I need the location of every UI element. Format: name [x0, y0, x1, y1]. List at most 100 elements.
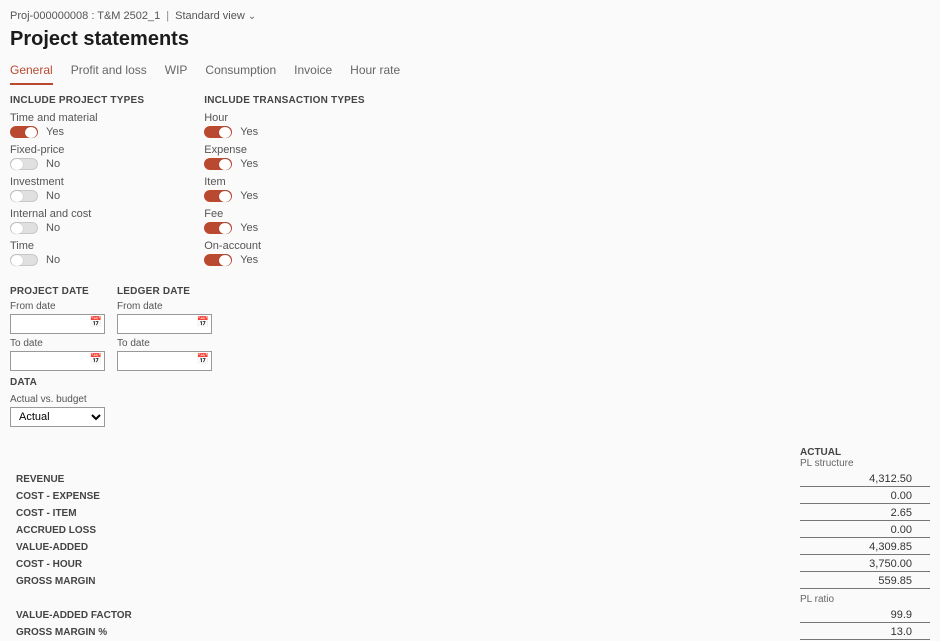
toggle-label: Investment — [10, 176, 144, 188]
toggle-knob — [11, 223, 23, 234]
breadcrumb: Proj-000000008 : T&M 2502_1 | Standard v… — [10, 10, 930, 22]
breadcrumb-view-selector[interactable]: Standard view ⌄ — [175, 10, 256, 22]
toggle-row-project-type-4: TimeNo — [10, 240, 144, 266]
actual-column-header: ACTUAL — [800, 447, 912, 458]
ledger-to-date-label: To date — [117, 338, 212, 349]
toggle-knob — [219, 255, 231, 266]
toggle-project-type-1[interactable] — [10, 158, 38, 170]
result-row: COST - HOUR3,750.00 — [10, 556, 930, 573]
calendar-icon[interactable]: 📅 — [90, 317, 102, 328]
toggle-value: No — [46, 158, 60, 170]
result-label: VALUE-ADDED — [10, 542, 800, 553]
toggle-transaction-type-4[interactable] — [204, 254, 232, 266]
toggle-label: Internal and cost — [10, 208, 144, 220]
tab-hour-rate[interactable]: Hour rate — [350, 59, 400, 85]
toggle-label: Item — [204, 176, 365, 188]
toggle-value: Yes — [240, 190, 258, 202]
toggle-row-transaction-type-2: Item Yes — [204, 176, 365, 202]
toggle-row-project-type-0: Time and material Yes — [10, 112, 144, 138]
result-row: COST - ITEM2.65 — [10, 505, 930, 522]
toggle-value: Yes — [240, 222, 258, 234]
toggle-knob — [11, 191, 23, 202]
toggle-row-transaction-type-1: ExpenseYes — [204, 144, 365, 170]
tab-profit-and-loss[interactable]: Profit and loss — [71, 59, 147, 85]
toggle-label: Fixed-price — [10, 144, 144, 156]
breadcrumb-separator: | — [166, 10, 169, 22]
result-label: COST - HOUR — [10, 559, 800, 570]
toggle-transaction-type-0[interactable] — [204, 126, 232, 138]
toggle-label: Time and material — [10, 112, 144, 124]
toggle-row-project-type-1: Fixed-price No — [10, 144, 144, 170]
toggle-row-project-type-3: Internal and cost No — [10, 208, 144, 234]
result-value: 3,750.00 — [800, 558, 930, 572]
toggle-knob — [11, 159, 23, 170]
tabs: General Profit and loss WIP Consumption … — [10, 59, 930, 85]
toggle-knob — [25, 127, 37, 138]
toggle-value: No — [46, 222, 60, 234]
toggle-knob — [219, 127, 231, 138]
toggle-value: No — [46, 190, 60, 202]
toggle-row-transaction-type-0: Hour Yes — [204, 112, 365, 138]
toggle-knob — [11, 255, 23, 266]
section-header-project-date: PROJECT DATE — [10, 286, 105, 297]
result-label: COST - ITEM — [10, 508, 800, 519]
result-row: VALUE-ADDED FACTOR99.9 — [10, 607, 930, 624]
actual-vs-budget-select[interactable]: Actual — [10, 407, 105, 427]
result-row: ACCRUED LOSS0.00 — [10, 522, 930, 539]
result-value: 0.00 — [800, 524, 930, 538]
result-label: REVENUE — [10, 474, 800, 485]
section-header-data: DATA — [10, 377, 930, 388]
result-row: VALUE-ADDED4,309.85 — [10, 539, 930, 556]
chevron-down-icon: ⌄ — [248, 11, 256, 22]
toggle-label: Fee — [204, 208, 365, 220]
tab-general[interactable]: General — [10, 59, 53, 85]
result-label: GROSS MARGIN % — [10, 627, 800, 638]
toggle-label: On-account — [204, 240, 365, 252]
result-row: GROSS MARGIN %13.0 — [10, 624, 930, 641]
result-value: 0.00 — [800, 490, 930, 504]
result-value: 559.85 — [800, 575, 930, 589]
tab-consumption[interactable]: Consumption — [205, 59, 276, 85]
calendar-icon[interactable]: 📅 — [90, 354, 102, 365]
pl-structure-label: PL structure — [800, 458, 912, 469]
ledger-from-date-label: From date — [117, 301, 212, 312]
toggle-transaction-type-3[interactable] — [204, 222, 232, 234]
result-value: 4,312.50 — [800, 473, 930, 487]
toggle-value: Yes — [240, 254, 258, 266]
toggle-project-type-4[interactable] — [10, 254, 38, 266]
toggle-label: Hour — [204, 112, 365, 124]
toggle-value: Yes — [240, 126, 258, 138]
toggle-row-transaction-type-4: On-account Yes — [204, 240, 365, 266]
result-value: 4,309.85 — [800, 541, 930, 555]
toggle-row-project-type-2: Investment No — [10, 176, 144, 202]
project-from-date-label: From date — [10, 301, 105, 312]
tab-wip[interactable]: WIP — [165, 59, 188, 85]
toggle-project-type-2[interactable] — [10, 190, 38, 202]
result-label: COST - EXPENSE — [10, 491, 800, 502]
tab-invoice[interactable]: Invoice — [294, 59, 332, 85]
toggle-label: Time — [10, 240, 144, 252]
toggle-knob — [219, 223, 231, 234]
result-value: 2.65 — [800, 507, 930, 521]
result-label: ACCRUED LOSS — [10, 525, 800, 536]
results-section: ACTUAL PL structure REVENUE4,312.50COST … — [10, 447, 930, 641]
include-transaction-types-section: INCLUDE TRANSACTION TYPES HourYesExpense… — [204, 95, 365, 272]
calendar-icon[interactable]: 📅 — [197, 354, 209, 365]
toggle-transaction-type-1[interactable] — [204, 158, 232, 170]
actual-vs-budget-label: Actual vs. budget — [10, 394, 930, 405]
data-section: DATA Actual vs. budget Actual — [10, 377, 930, 427]
toggle-project-type-3[interactable] — [10, 222, 38, 234]
project-date-section: PROJECT DATE From date 📅 To date 📅 — [10, 286, 105, 371]
page-title: Project statements — [10, 28, 930, 51]
ledger-date-section: LEDGER DATE From date 📅 To date 📅 — [117, 286, 212, 371]
breadcrumb-project: Proj-000000008 : T&M 2502_1 — [10, 10, 160, 22]
result-row: GROSS MARGIN559.85 — [10, 573, 930, 590]
section-header-ledger-date: LEDGER DATE — [117, 286, 212, 297]
result-label: VALUE-ADDED FACTOR — [10, 610, 800, 621]
toggle-knob — [219, 159, 231, 170]
project-to-date-label: To date — [10, 338, 105, 349]
toggle-transaction-type-2[interactable] — [204, 190, 232, 202]
toggle-value: Yes — [46, 126, 64, 138]
toggle-project-type-0[interactable] — [10, 126, 38, 138]
calendar-icon[interactable]: 📅 — [197, 317, 209, 328]
